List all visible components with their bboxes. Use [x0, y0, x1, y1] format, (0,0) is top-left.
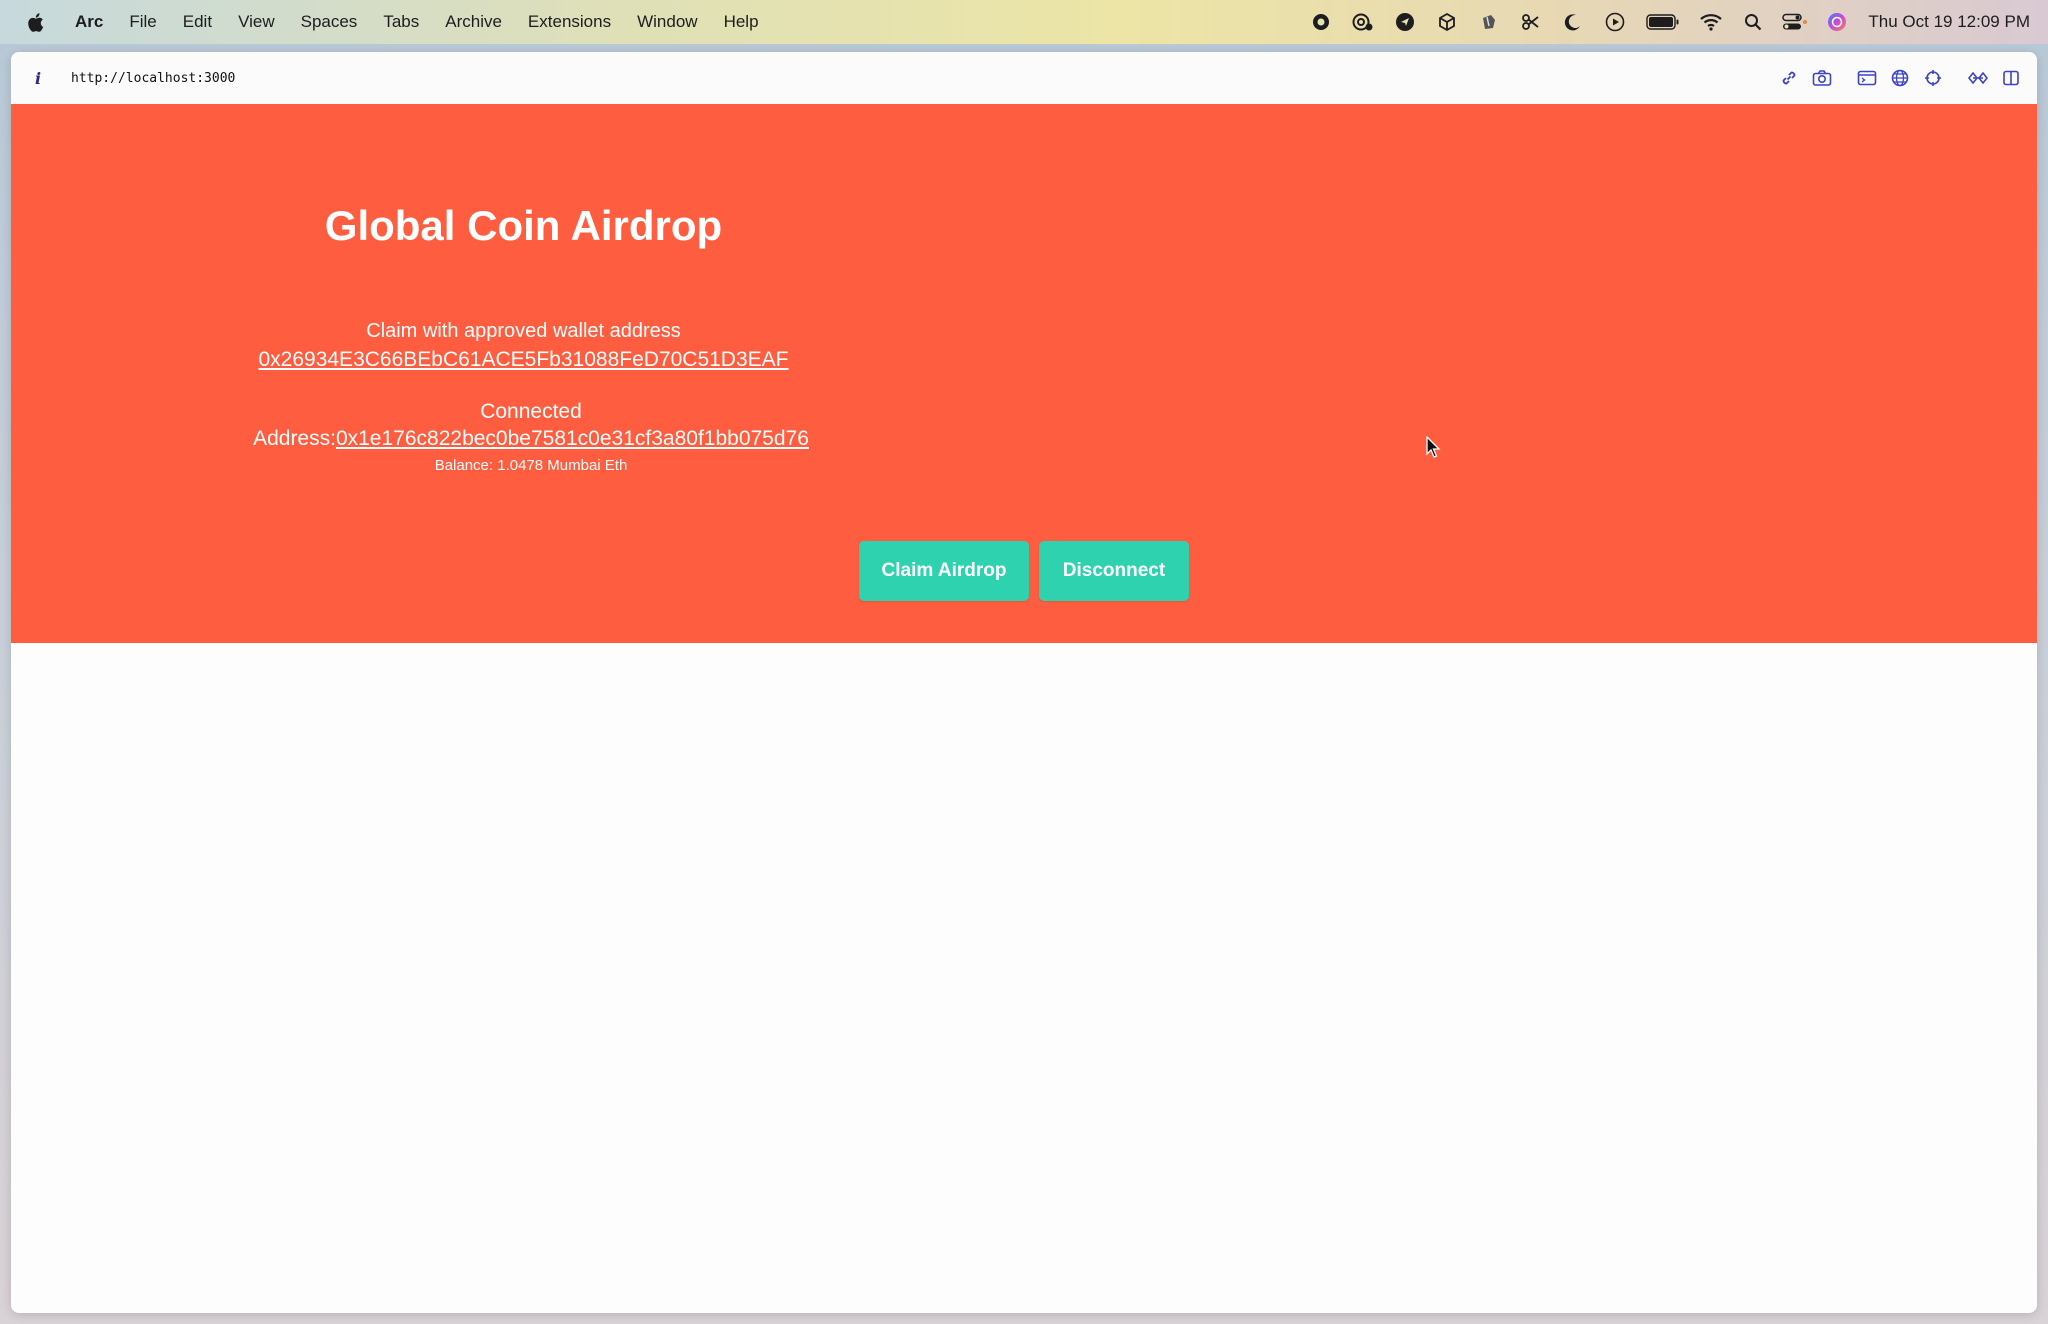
copy-link-icon[interactable]: [1772, 52, 1805, 104]
claim-airdrop-button[interactable]: Claim Airdrop: [859, 541, 1029, 601]
spotlight-search-icon[interactable]: [1732, 0, 1774, 44]
siri-icon[interactable]: [1816, 0, 1858, 44]
menu-help[interactable]: Help: [711, 12, 772, 32]
disconnect-button[interactable]: Disconnect: [1039, 541, 1189, 601]
url-text[interactable]: http://localhost:3000: [71, 71, 235, 86]
claim-instructions: Claim with approved wallet address: [366, 320, 681, 342]
menu-bar: Arc File Edit View Spaces Tabs Archive E…: [0, 0, 2048, 44]
site-info-icon[interactable]: i: [35, 69, 49, 88]
split-view-icon[interactable]: [1994, 52, 2027, 104]
address-label: Address:: [253, 427, 336, 450]
wifi-icon[interactable]: [1690, 0, 1732, 44]
crosshair-icon[interactable]: [1916, 52, 1949, 104]
menu-tabs[interactable]: Tabs: [370, 12, 432, 32]
menu-archive[interactable]: Archive: [432, 12, 515, 32]
connected-address-row: Address:0x1e176c822bec0be7581c0e31cf3a80…: [11, 427, 1051, 451]
developer-console-icon[interactable]: [1850, 52, 1883, 104]
menu-view[interactable]: View: [225, 12, 288, 32]
send-icon[interactable]: [1384, 0, 1426, 44]
wallet-balance: Balance: 1.0478 Mumbai Eth: [434, 457, 628, 474]
page-title: Global Coin Airdrop: [324, 202, 723, 249]
record-icon[interactable]: [1300, 0, 1342, 44]
menu-bar-clock[interactable]: Thu Oct 19 12:09 PM: [1868, 12, 2030, 32]
moon-icon[interactable]: [1552, 0, 1594, 44]
connected-address-link[interactable]: 0x1e176c822bec0be7581c0e31cf3a80f1bb075d…: [336, 427, 809, 450]
scissors-icon[interactable]: [1510, 0, 1552, 44]
menu-edit[interactable]: Edit: [170, 12, 225, 32]
screenshot-camera-icon[interactable]: [1805, 52, 1838, 104]
approved-wallet-address-link[interactable]: 0x26934E3C66BEbC61ACE5Fb31088FeD70C51D3E…: [11, 348, 1036, 372]
cube-icon[interactable]: [1426, 0, 1468, 44]
airdrop-hero-section: Global Coin Airdrop Claim with approved …: [11, 104, 2037, 643]
play-icon[interactable]: [1594, 0, 1636, 44]
menu-file[interactable]: File: [116, 12, 169, 32]
battery-icon[interactable]: [1636, 0, 1690, 44]
address-bar: i http://localhost:3000: [11, 52, 2037, 104]
browser-toolbar: [1772, 52, 2027, 104]
connected-label: Connected: [480, 400, 582, 423]
extensions-icon[interactable]: [1961, 52, 1994, 104]
control-center-icon[interactable]: [1774, 0, 1816, 44]
browser-window: i http://localhost:3000 Global Coin Aird…: [11, 52, 2037, 1313]
puzzle-icon[interactable]: [1468, 0, 1510, 44]
at-sign-icon[interactable]: [1342, 0, 1384, 44]
menu-app-name[interactable]: Arc: [62, 12, 116, 32]
menu-spaces[interactable]: Spaces: [288, 12, 371, 32]
menu-window[interactable]: Window: [624, 12, 710, 32]
mouse-cursor-icon: [1426, 435, 1442, 465]
menu-extensions[interactable]: Extensions: [515, 12, 624, 32]
apple-icon[interactable]: [24, 11, 46, 33]
globe-icon[interactable]: [1883, 52, 1916, 104]
